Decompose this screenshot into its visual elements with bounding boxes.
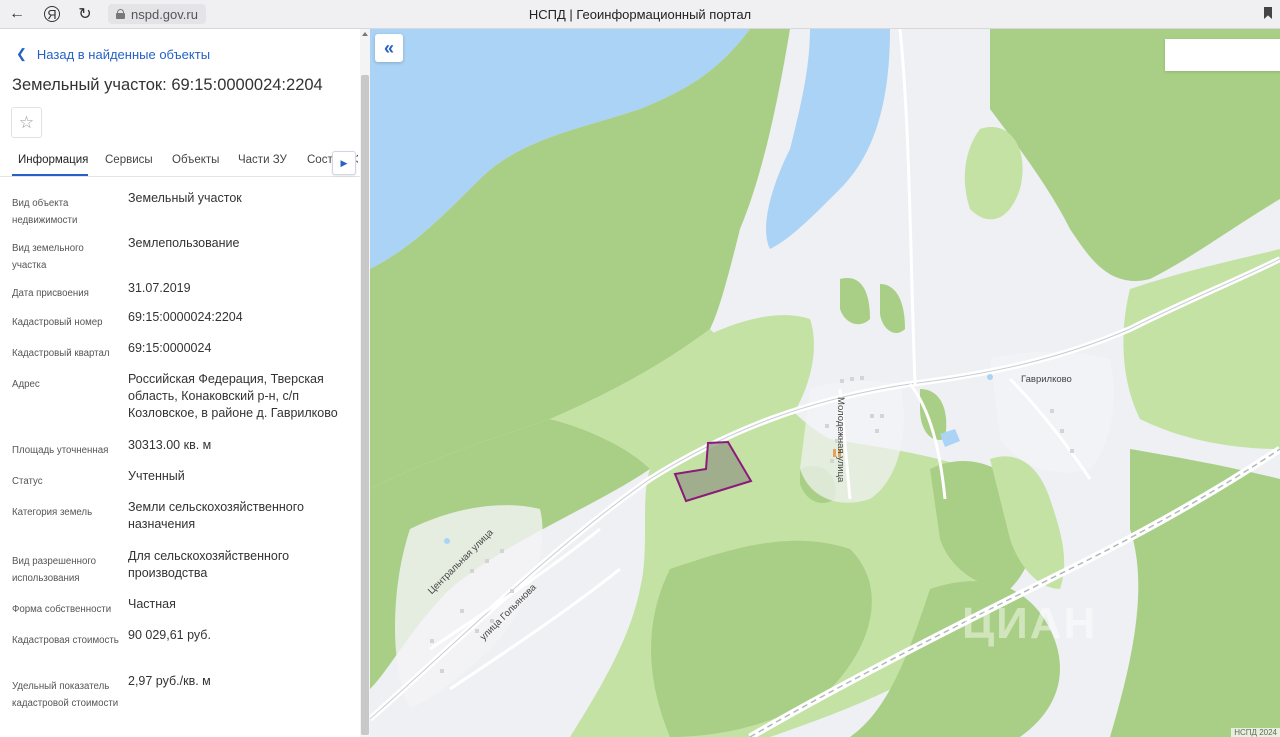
property-label: Форма собственности <box>12 604 112 615</box>
map-view[interactable]: « Гаврилково Центральная улица улица Гол… <box>370 29 1280 737</box>
tab-scroll-right-button[interactable]: ▶ <box>332 151 356 175</box>
property-value: 2,97 руб./кв. м <box>128 674 211 688</box>
lake-water <box>766 29 890 249</box>
property-value: 69:15:0000024 <box>128 341 212 355</box>
meadow-area <box>964 127 1023 220</box>
object-info-panel: ❮ Назад в найденные объекты Земельный уч… <box>0 29 360 737</box>
collapse-panel-button[interactable]: « <box>375 34 403 62</box>
tab-information[interactable]: Информация <box>18 154 88 166</box>
reload-icon[interactable]: ↻ <box>72 1 98 27</box>
property-value: Учтенный <box>128 469 185 483</box>
back-to-results-link[interactable]: ❮ Назад в найденные объекты <box>16 46 210 62</box>
scrollbar-thumb[interactable] <box>361 75 369 735</box>
tab-parts[interactable]: Части ЗУ <box>238 154 287 166</box>
double-chevron-left-icon: « <box>383 37 394 58</box>
watermark-logo: ЦИАН <box>962 599 1098 648</box>
property-value: Землепользование <box>128 236 240 250</box>
property-label: Кадастровый квартал <box>12 348 110 359</box>
yandex-logo-icon[interactable]: Я <box>44 6 60 22</box>
url-text: nspd.gov.ru <box>131 6 198 22</box>
map-search-box[interactable] <box>1165 39 1280 71</box>
back-link-label: Назад в найденные объекты <box>36 46 211 62</box>
street-label-molodezhnaya: Молодежная улица <box>835 397 846 483</box>
property-label: Дата присвоения <box>12 288 89 299</box>
favorite-button[interactable]: ☆ <box>11 107 42 138</box>
property-value: Земельный участок <box>128 191 242 205</box>
property-label: Адрес <box>12 379 40 390</box>
map-canvas[interactable] <box>370 29 1280 737</box>
property-label: Вид объекта недвижимости <box>12 198 78 226</box>
active-tab-indicator <box>12 174 88 176</box>
property-value: Российская Федерация, Тверская область, … <box>128 372 338 420</box>
property-label: Кадастровый номер <box>12 317 103 328</box>
tab-objects[interactable]: Объекты <box>172 154 219 166</box>
star-icon: ☆ <box>18 112 35 132</box>
property-value: 31.07.2019 <box>128 281 191 295</box>
object-title: Земельный участок: 69:15:0000024:2204 <box>12 76 323 94</box>
map-copyright: НСПД 2024 <box>1231 728 1280 737</box>
property-label: Вид земельного участка <box>12 243 84 271</box>
panel-scrollbar[interactable] <box>360 29 370 737</box>
bookmark-icon[interactable] <box>1264 7 1272 19</box>
property-label: Удельный показатель кадастровой стоимост… <box>12 681 119 709</box>
property-label: Кадастровая стоимость <box>12 635 119 646</box>
lock-icon <box>116 9 125 19</box>
pond-water <box>444 538 450 544</box>
forest-area <box>1110 449 1280 737</box>
property-value: 30313.00 кв. м <box>128 438 212 452</box>
property-value: 90 029,61 руб. <box>128 628 211 642</box>
property-value: 69:15:0000024:2204 <box>128 310 243 324</box>
forest-area <box>840 278 870 325</box>
arrow-left-icon[interactable]: ← <box>4 1 30 27</box>
tab-bar: Информация Сервисы Объекты Части ЗУ Сост… <box>0 147 360 177</box>
property-label: Вид разрешенного использования <box>12 556 97 584</box>
property-label: Статус <box>12 476 43 487</box>
chevron-left-icon: ❮ <box>16 46 27 61</box>
pond-water <box>987 374 993 380</box>
village-label: Гаврилково <box>1021 374 1072 385</box>
property-value: Земли сельскохозяйственного назначения <box>128 500 304 531</box>
tab-services[interactable]: Сервисы <box>105 154 153 166</box>
property-value: Для сельскохозяйственного производства <box>128 549 290 580</box>
property-label: Площадь уточненная <box>12 445 109 456</box>
url-bar[interactable]: nspd.gov.ru <box>108 4 206 24</box>
property-value: Частная <box>128 597 176 611</box>
property-label: Категория земель <box>12 507 93 518</box>
browser-toolbar: ← Я ↻ nspd.gov.ru НСПД | Геоинформационн… <box>0 0 1280 29</box>
scroll-up-arrow-icon[interactable] <box>362 32 368 36</box>
caret-right-icon: ▶ <box>340 157 348 168</box>
forest-area <box>880 284 905 334</box>
